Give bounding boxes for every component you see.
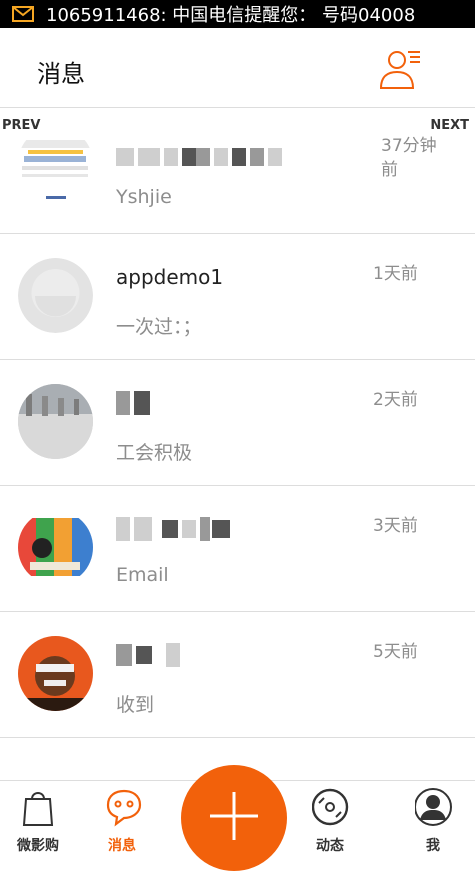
status-notification-text: 1065911468: 中国电信提醒您： 号码04008 <box>46 5 416 26</box>
tab-me[interactable]: 我 <box>398 787 468 854</box>
conversation-name <box>116 642 180 668</box>
tab-label-active: 消息 <box>108 838 136 854</box>
conversation-row[interactable]: Email 3天前 <box>0 486 475 612</box>
conversation-row[interactable]: appdemo1 一次过：； 1天前 <box>0 234 475 360</box>
page-title: 消息 <box>37 60 85 88</box>
avatar <box>18 126 93 201</box>
avatar <box>18 510 93 585</box>
contacts-icon[interactable] <box>378 46 424 92</box>
conversation-row[interactable]: 工会积极 2天前 <box>0 360 475 486</box>
profile-icon <box>414 787 452 827</box>
tab-messages[interactable]: 消息 <box>87 787 157 854</box>
status-bar: 1065911468: 中国电信提醒您： 号码04008 <box>0 0 475 28</box>
chat-bubble-icon <box>104 787 142 827</box>
conversation-time: 37分钟前 <box>381 136 437 180</box>
avatar <box>18 636 93 711</box>
conversation-name <box>116 144 282 170</box>
conversation-list: PREV NEXT Yshjie 37分钟前 appdemo1 一次过：； 1天… <box>0 108 475 738</box>
conversation-preview: 一次过：； <box>116 316 202 338</box>
conversation-preview: Email <box>116 564 169 586</box>
conversation-time: 1天前 <box>373 264 418 284</box>
mail-notification-icon <box>12 6 34 22</box>
default-avatar-icon <box>18 258 93 333</box>
conversation-row[interactable]: PREV NEXT Yshjie 37分钟前 <box>0 108 475 234</box>
conversation-name: appdemo1 <box>116 265 224 289</box>
conversation-time: 2天前 <box>373 390 418 410</box>
conversation-time: 5天前 <box>373 642 418 662</box>
conversation-name <box>116 390 150 416</box>
tab-label: 动态 <box>316 838 344 854</box>
conversation-preview: 工会积极 <box>116 442 193 464</box>
compose-button[interactable] <box>181 765 287 871</box>
conversation-preview: 收到 <box>116 694 155 716</box>
tab-label: 微影购 <box>17 838 59 854</box>
conversation-name <box>116 516 230 542</box>
tab-feed[interactable]: 动态 <box>295 787 365 854</box>
top-bar: 消息 <box>0 28 475 108</box>
conversation-time: 3天前 <box>373 516 418 536</box>
tab-shop[interactable]: 微影购 <box>3 787 73 854</box>
conversation-row[interactable]: 收到 5天前 <box>0 612 475 738</box>
plus-icon <box>208 790 260 846</box>
tab-label: 我 <box>426 838 440 854</box>
avatar <box>18 384 93 459</box>
shopping-bag-icon <box>20 787 56 827</box>
conversation-preview: Yshjie <box>116 186 172 208</box>
disc-icon <box>311 787 349 827</box>
next-label[interactable]: NEXT <box>430 118 469 133</box>
